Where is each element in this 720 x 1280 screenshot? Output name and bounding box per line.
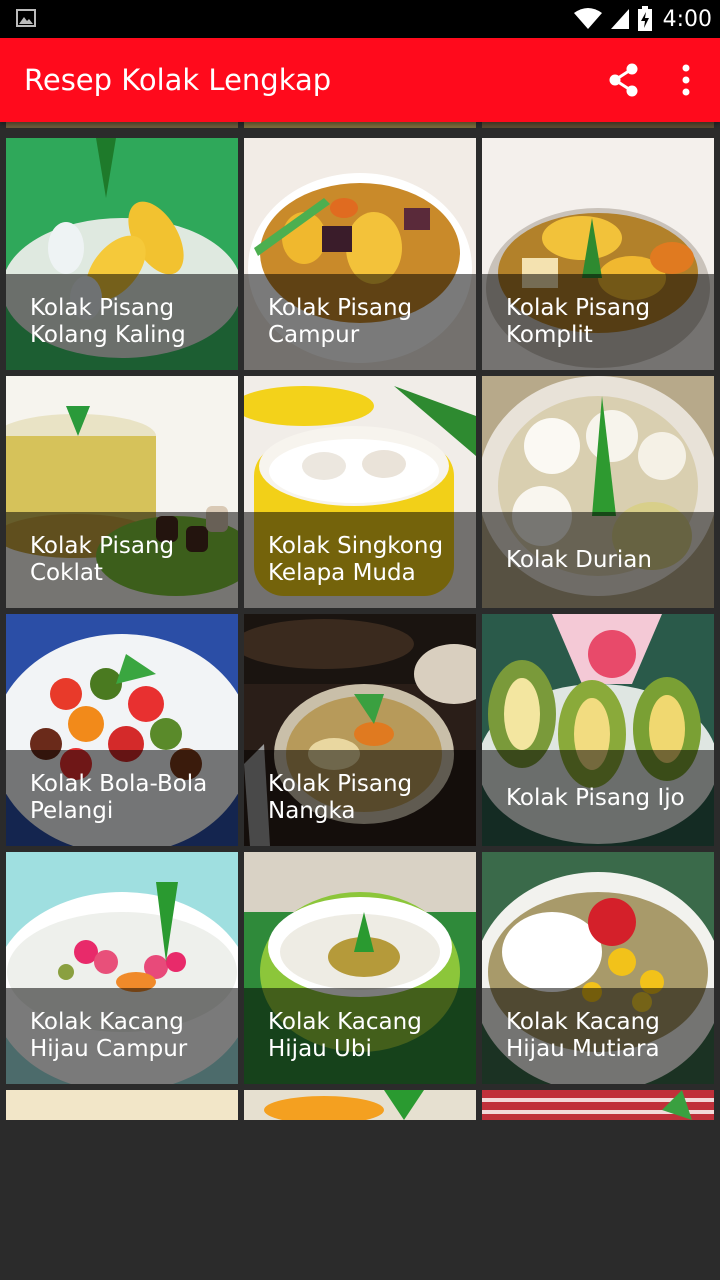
recipe-photo (482, 122, 714, 128)
recipe-name: Kolak Pisang Komplit (506, 295, 651, 348)
recipe-photo (6, 122, 238, 128)
recipe-tile[interactable]: Kolak Bola-Bola Pelangi (6, 614, 238, 846)
recipe-tile[interactable]: Kolak Pisang Kolang Kaling (6, 138, 238, 370)
recipe-tile[interactable]: Kolak Pisang Campur (244, 138, 476, 370)
recipe-caption: Kolak Pisang Coklat (6, 512, 238, 608)
recipe-name: Kolak Kacang Hijau Ubi (268, 1009, 422, 1062)
recipe-caption: Kolak Pisang Ijo (482, 750, 714, 846)
recipe-tile[interactable]: Kolak Durian (482, 376, 714, 608)
wifi-icon (573, 8, 602, 29)
recipe-tile-partial[interactable] (482, 1090, 714, 1120)
recipe-name: Kolak Singkong Kelapa Muda (268, 533, 444, 586)
recipe-name: Kolak Pisang Coklat (30, 533, 175, 586)
recipe-name: Kolak Pisang Kolang Kaling (30, 295, 186, 348)
recipe-tile[interactable]: Kolak Kacang Hijau Mutiara (482, 852, 714, 1084)
recipe-photo (6, 1090, 238, 1120)
share-icon[interactable] (606, 62, 642, 98)
recipe-name: Kolak Pisang Nangka (268, 771, 413, 824)
recipe-caption: Kolak Singkong Kelapa Muda (244, 512, 476, 608)
recipe-caption: Kolak Pisang Komplit (482, 274, 714, 370)
recipe-tile-partial[interactable] (6, 1090, 238, 1120)
overflow-menu-icon[interactable] (670, 60, 702, 100)
recipe-photo (482, 1090, 714, 1120)
recipe-photo (244, 122, 476, 128)
recipe-name: Kolak Kacang Hijau Mutiara (506, 1009, 660, 1062)
recipe-caption: Kolak Pisang Kolang Kaling (6, 274, 238, 370)
battery-icon (637, 6, 652, 31)
cell-signal-icon (610, 9, 629, 29)
recipe-tile[interactable]: Kolak Pisang Ijo (482, 614, 714, 846)
recipe-tile[interactable]: Kolak Kacang Hijau Ubi (244, 852, 476, 1084)
recipe-tile-partial[interactable] (6, 122, 238, 128)
recipe-tile[interactable]: Kolak Pisang Komplit (482, 138, 714, 370)
app-title: Resep Kolak Lengkap (24, 63, 332, 97)
recipe-tile-partial[interactable] (244, 1090, 476, 1120)
recipe-name: Kolak Durian (506, 546, 652, 573)
recipe-caption: Kolak Durian (482, 512, 714, 608)
recipe-tile-partial[interactable] (482, 122, 714, 128)
recipe-tile-partial[interactable] (244, 122, 476, 128)
recipe-tile[interactable]: Kolak Pisang Nangka (244, 614, 476, 846)
recipe-caption: Kolak Bola-Bola Pelangi (6, 750, 238, 846)
recipe-name: Kolak Bola-Bola Pelangi (30, 771, 208, 824)
app-bar: Resep Kolak Lengkap (0, 38, 720, 122)
recipe-tile[interactable]: Kolak Pisang Coklat (6, 376, 238, 608)
recipe-tile[interactable]: Kolak Singkong Kelapa Muda (244, 376, 476, 608)
status-time: 4:00 (662, 6, 712, 32)
recipe-photo (244, 1090, 476, 1120)
recipe-caption: Kolak Kacang Hijau Campur (6, 988, 238, 1084)
recipe-grid: Kolak Pisang Kolang Kaling Kolak Pisang … (0, 122, 720, 1120)
recipe-name: Kolak Pisang Campur (268, 295, 413, 348)
recipe-name: Kolak Kacang Hijau Campur (30, 1009, 188, 1062)
recipe-caption: Kolak Kacang Hijau Ubi (244, 988, 476, 1084)
recipe-caption: Kolak Pisang Campur (244, 274, 476, 370)
recipe-name: Kolak Pisang Ijo (506, 784, 685, 811)
status-bar: 4:00 (0, 0, 720, 38)
gallery-notification-icon (16, 9, 36, 27)
recipe-caption: Kolak Kacang Hijau Mutiara (482, 988, 714, 1084)
recipe-caption: Kolak Pisang Nangka (244, 750, 476, 846)
recipe-tile[interactable]: Kolak Kacang Hijau Campur (6, 852, 238, 1084)
